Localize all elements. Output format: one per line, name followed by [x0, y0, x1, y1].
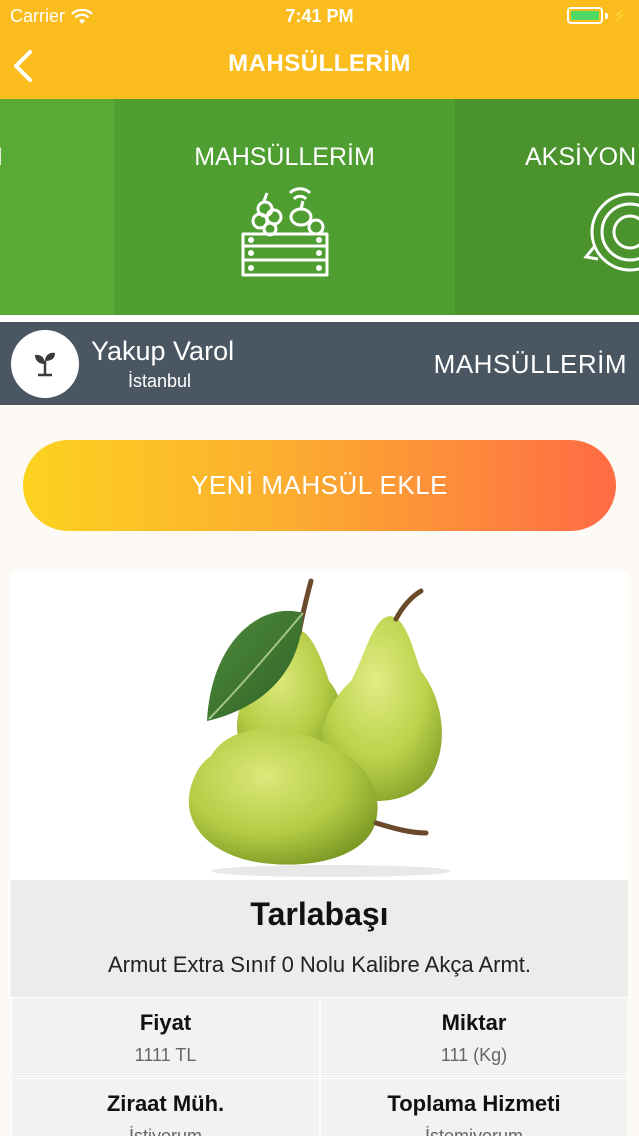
field-price: Fiyat 1111 TL: [11, 997, 320, 1077]
field-label: Fiyat: [139, 1010, 192, 1035]
page-title: MAHSÜLLERİM: [228, 50, 411, 77]
crate-icon: [241, 187, 329, 277]
add-crop-button[interactable]: YENİ MAHSÜL EKLE: [23, 440, 616, 531]
field-label: Ziraat Müh.: [106, 1091, 225, 1116]
category-carousel[interactable]: İM MAHSÜLLERİM AKSİYON: [0, 99, 639, 317]
product-description: Armut Extra Sınıf 0 Nolu Kalibre Akça Ar…: [107, 952, 532, 977]
user-bar: Yakup Varol İstanbul MAHSÜLLERİM: [0, 322, 639, 405]
category-label: İM: [0, 143, 3, 172]
status-bar: Carrier 7:41 PM ⚡: [0, 0, 639, 34]
user-name: Yakup Varol: [91, 336, 235, 366]
battery-icon: ⚡: [566, 7, 629, 24]
pear-image: [188, 578, 451, 877]
avatar[interactable]: [11, 330, 79, 398]
field-label: Toplama Hizmeti: [387, 1091, 561, 1116]
product-info: Tarlabaşı Armut Extra Sınıf 0 Nolu Kalib…: [11, 880, 628, 1136]
category-label: AKSİYON: [525, 143, 637, 171]
product-title: Tarlabaşı: [250, 896, 389, 932]
user-city: İstanbul: [128, 371, 192, 391]
category-label: MAHSÜLLERİM: [194, 143, 375, 171]
field-collection-service: Toplama Hizmeti İstemiyorum: [320, 1078, 628, 1136]
field-label: Miktar: [441, 1010, 507, 1035]
sprout-icon: [35, 352, 55, 377]
product-card[interactable]: Tarlabaşı Armut Extra Sınıf 0 Nolu Kalib…: [11, 571, 628, 1136]
category-card-left[interactable]: İM: [0, 99, 114, 317]
top-bar: Carrier 7:41 PM ⚡ MAHSÜLLERİM: [0, 0, 639, 99]
gear-icon: [583, 192, 639, 272]
field-value: 111 (Kg): [440, 1045, 508, 1065]
field-quantity: Miktar 111 (Kg): [320, 997, 628, 1077]
charging-icon: ⚡: [611, 7, 629, 23]
field-value: 1111 TL: [134, 1045, 197, 1065]
field-value: İstemiyorum: [424, 1126, 523, 1136]
field-agri-engineer: Ziraat Müh. İstiyorum: [11, 1078, 320, 1136]
divider: [0, 315, 639, 322]
category-card-aksiyon[interactable]: AKSİYON: [455, 99, 639, 317]
category-card-mahsullerim[interactable]: MAHSÜLLERİM: [114, 99, 455, 317]
clock: 7:41 PM: [285, 6, 354, 26]
section-title: MAHSÜLLERİM: [433, 349, 627, 379]
field-value: İstiyorum: [128, 1126, 202, 1136]
product-image: [11, 571, 628, 880]
